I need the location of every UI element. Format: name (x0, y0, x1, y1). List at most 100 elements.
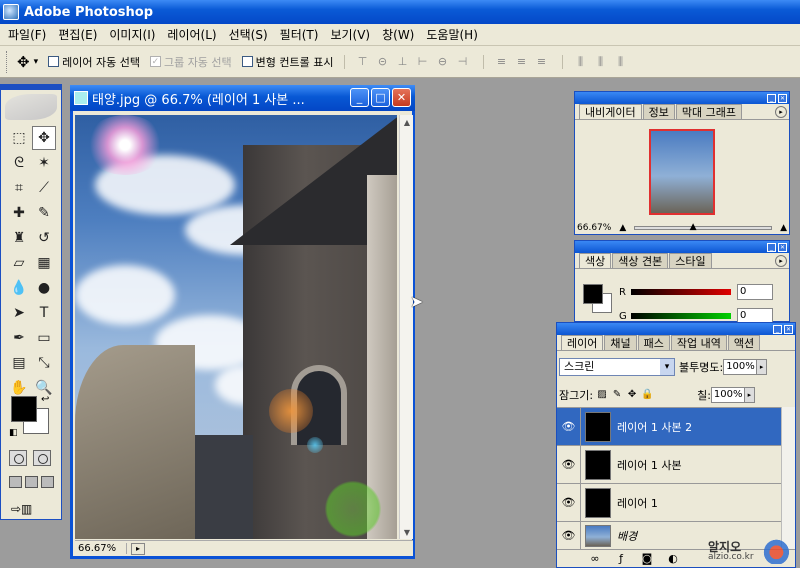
pen-tool-icon[interactable]: ✒ (7, 326, 31, 350)
tab-styles[interactable]: 스타일 (669, 253, 712, 268)
distribute-right-icon[interactable]: ⫼ (614, 55, 628, 69)
blur-tool-icon[interactable]: 💧 (7, 276, 31, 300)
screen-mode-standard-button[interactable] (9, 476, 22, 488)
image-canvas[interactable] (75, 115, 397, 539)
eye-icon[interactable]: 👁 (557, 521, 581, 550)
screen-mode-full-button[interactable] (41, 476, 54, 488)
history-brush-tool-icon[interactable]: ↺ (32, 226, 56, 250)
vertical-scrollbar[interactable]: ▲ ▼ (399, 115, 413, 539)
tab-actions[interactable]: 액션 (727, 335, 761, 350)
eye-icon[interactable]: 👁 (557, 445, 581, 484)
brush-tool-icon[interactable]: ✎ (32, 201, 56, 225)
lasso-tool-icon[interactable]: ᘓ (7, 151, 31, 175)
panel-title-bar[interactable]: _ ✕ (575, 92, 789, 104)
screen-mode-menu-button[interactable] (25, 476, 38, 488)
navigator-thumbnail[interactable] (649, 129, 715, 215)
zoom-level[interactable]: 66.67% (75, 543, 127, 554)
slider-knob-icon[interactable]: ▲ (690, 222, 697, 232)
navigator-zoom[interactable]: 66.67% (577, 223, 611, 233)
opacity-input[interactable]: 100% (723, 359, 758, 375)
menu-filter[interactable]: 필터(T) (274, 24, 325, 45)
maximize-button[interactable]: □ (371, 88, 390, 107)
panel-minimize-icon[interactable]: _ (773, 324, 782, 334)
fill-input[interactable]: 100% (710, 387, 745, 403)
distribute-bottom-icon[interactable]: ≡ (535, 55, 549, 69)
menu-window[interactable]: 창(W) (376, 24, 420, 45)
panel-menu-icon[interactable]: ▸ (775, 255, 787, 267)
zoom-slider[interactable]: ▲ (634, 222, 773, 232)
layer-style-icon[interactable]: ƒ (613, 552, 629, 565)
menu-edit[interactable]: 편집(E) (52, 24, 103, 45)
magic-wand-tool-icon[interactable]: ✶ (32, 151, 56, 175)
red-value-input[interactable]: 0 (737, 284, 773, 300)
tab-histogram[interactable]: 막대 그래프 (675, 104, 742, 119)
tab-channels[interactable]: 채널 (604, 335, 637, 350)
minimize-button[interactable]: _ (350, 88, 369, 107)
move-tool-preset-icon[interactable]: ✥ (17, 53, 30, 71)
foreground-color-swatch[interactable] (11, 396, 37, 422)
fill-arrow-icon[interactable]: ▸ (744, 387, 755, 403)
eraser-tool-icon[interactable]: ▱ (7, 251, 31, 275)
opacity-arrow-icon[interactable]: ▸ (757, 359, 768, 375)
options-grip[interactable] (6, 50, 9, 73)
distribute-top-icon[interactable]: ≡ (495, 55, 509, 69)
red-slider[interactable] (631, 289, 731, 295)
tab-info[interactable]: 정보 (642, 104, 675, 119)
swap-colors-icon[interactable]: ↩ (41, 394, 49, 405)
align-left-icon[interactable]: ⊢ (416, 55, 430, 69)
standard-mode-button[interactable] (9, 450, 27, 466)
tab-history[interactable]: 작업 내역 (670, 335, 727, 350)
path-selection-tool-icon[interactable]: ➤ (7, 301, 31, 325)
adjustment-layer-icon[interactable]: ◐ (665, 552, 681, 565)
quick-mask-button[interactable] (33, 450, 51, 466)
show-transform-controls-checkbox[interactable]: 변형 컨트롤 표시 (241, 54, 334, 70)
slice-tool-icon[interactable]: ⟋ (32, 176, 56, 200)
panel-minimize-icon[interactable]: _ (767, 93, 776, 103)
crop-tool-icon[interactable]: ⌗ (7, 176, 31, 200)
feather-logo-icon[interactable] (5, 94, 57, 120)
lock-transparency-icon[interactable]: ▨ (596, 389, 608, 401)
healing-brush-tool-icon[interactable]: ✚ (7, 201, 31, 225)
align-vcenter-icon[interactable]: ⊝ (376, 55, 390, 69)
auto-select-group-checkbox[interactable]: ✓ 그룹 자동 선택 (149, 54, 232, 70)
tab-color[interactable]: 색상 (579, 253, 612, 268)
align-top-icon[interactable]: ⊤ (356, 55, 370, 69)
panel-close-icon[interactable]: ✕ (778, 93, 787, 103)
menu-image[interactable]: 이미지(I) (103, 24, 161, 45)
blend-mode-select[interactable]: 스크린 (559, 358, 675, 376)
layer-row[interactable]: 👁 레이어 1 사본 (557, 445, 781, 484)
tab-navigator[interactable]: 내비게이터 (579, 104, 642, 119)
panel-menu-icon[interactable]: ▸ (775, 106, 787, 118)
eye-icon[interactable]: 👁 (557, 483, 581, 522)
panel-close-icon[interactable]: ✕ (778, 242, 787, 252)
zoom-out-icon[interactable]: ▲ (619, 223, 626, 233)
menu-file[interactable]: 파일(F) (2, 24, 52, 45)
layers-scrollbar[interactable] (781, 407, 795, 549)
add-mask-icon[interactable]: ◙ (639, 552, 655, 565)
link-layers-icon[interactable]: ∞ (587, 552, 603, 565)
align-right-icon[interactable]: ⊣ (456, 55, 470, 69)
type-tool-icon[interactable]: T (32, 301, 56, 325)
scroll-up-icon[interactable]: ▲ (400, 115, 414, 129)
auto-select-layer-checkbox[interactable]: 레이어 자동 선택 (48, 54, 140, 70)
dodge-tool-icon[interactable]: ● (32, 276, 56, 300)
align-hcenter-icon[interactable]: ⊖ (436, 55, 450, 69)
menu-view[interactable]: 보기(V) (324, 24, 376, 45)
clone-stamp-tool-icon[interactable]: ♜ (7, 226, 31, 250)
eye-icon[interactable]: 👁 (557, 407, 581, 446)
document-title-bar[interactable]: 태양.jpg @ 66.7% (레이어 1 사본 ... _ □ ✕ (70, 85, 415, 111)
gradient-tool-icon[interactable]: ▦ (32, 251, 56, 275)
tab-paths[interactable]: 패스 (637, 335, 670, 350)
layer-row[interactable]: 👁 레이어 1 (557, 483, 781, 522)
jump-to-imageready-icon[interactable]: ⇨▥ (11, 500, 49, 518)
panel-title-bar[interactable]: _ ✕ (575, 241, 789, 253)
panel-minimize-icon[interactable]: _ (767, 242, 776, 252)
status-menu-icon[interactable]: ▸ (131, 542, 145, 555)
menu-help[interactable]: 도움말(H) (420, 24, 484, 45)
green-slider[interactable] (631, 313, 731, 319)
menu-layer[interactable]: 레이어(L) (161, 24, 222, 45)
scroll-down-icon[interactable]: ▼ (400, 525, 414, 539)
color-foreground-swatch[interactable] (583, 284, 603, 304)
notes-tool-icon[interactable]: ▤ (7, 351, 31, 375)
distribute-left-icon[interactable]: ⫼ (574, 55, 588, 69)
